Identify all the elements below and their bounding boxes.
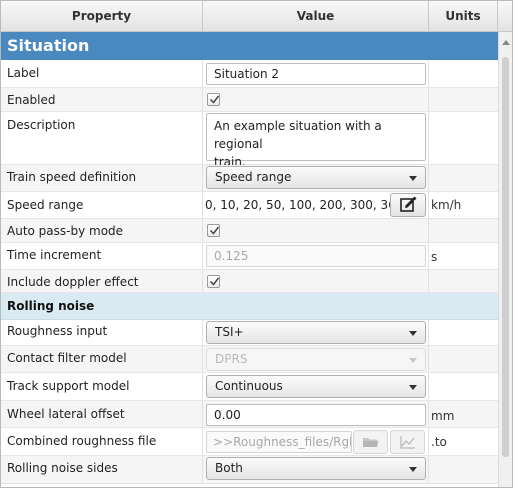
dropdown-value: DPRS [215,352,248,366]
property-label: Description [7,118,76,132]
wheel-offset-input[interactable]: 0.00 [206,404,426,426]
dropdown-value: Speed range [215,170,292,184]
checkmark-icon [209,277,220,286]
description-line: An example situation with a regional [214,119,382,151]
track-support-dropdown[interactable]: Continuous [206,375,426,398]
property-label: Rolling noise sides [7,461,118,475]
property-label: Time increment [7,248,102,262]
chevron-down-icon [409,467,417,472]
section-header-situation[interactable]: Situation [1,32,498,60]
property-label: Contact filter model [7,351,127,365]
combined-roughness-unit: .to [431,435,447,449]
label-input[interactable]: Situation 2 [206,63,426,85]
header-corner [498,1,512,32]
property-label: Include doppler effect [7,275,139,289]
dropdown-value: Both [215,461,243,475]
folder-icon [363,438,379,447]
property-label: Train speed definition [7,170,137,184]
checkmark-icon [209,226,220,235]
property-label: Auto pass-by mode [7,224,124,238]
column-property[interactable]: Property [1,1,203,31]
property-label: Track support model [7,379,130,393]
section-title: Situation [7,36,90,55]
row-wheel-offset: Wheel lateral offset 0.00 mm [1,401,498,428]
browse-file-button[interactable] [353,430,388,454]
column-header: Property Value Units [1,1,498,32]
row-auto-passby: Auto pass-by mode [1,219,498,243]
row-speed-range: Speed range 0, 10, 20, 50, 100, 200, 300… [1,192,498,219]
scroll-up-icon[interactable] [502,40,510,45]
time-increment-unit: s [431,250,438,264]
train-speed-definition-dropdown[interactable]: Speed range [206,166,426,189]
contact-filter-dropdown[interactable]: DPRS [206,348,426,371]
checkmark-icon [209,95,220,104]
row-description: Description An example situation with a … [1,112,498,169]
speed-range-unit: km/h [431,198,462,212]
roughness-input-dropdown[interactable]: TSI+ [206,321,426,344]
plot-roughness-button[interactable] [390,430,425,454]
property-grid: Property Value Units Situation Label Sit… [0,0,513,488]
vertical-scrollbar[interactable] [498,32,512,487]
row-rolling-sides: Rolling noise sides Both [1,456,498,484]
enabled-checkbox[interactable] [207,93,220,106]
chevron-down-icon [409,176,417,181]
dropdown-value: TSI+ [215,325,244,339]
property-label: Roughness input [7,324,108,338]
subsection-title: Rolling noise [7,299,95,313]
property-label: Label [7,66,40,80]
property-label: Wheel lateral offset [7,407,125,421]
chevron-down-icon [409,385,417,390]
row-roughness-input: Roughness input TSI+ [1,320,498,346]
row-train-speed-definition: Train speed definition Speed range [1,165,498,192]
chevron-down-icon [409,331,417,336]
chevron-down-icon [409,358,417,363]
edit-speed-range-button[interactable] [390,193,426,217]
auto-passby-checkbox[interactable] [207,224,220,237]
subsection-rolling-noise[interactable]: Rolling noise [1,293,498,320]
dropdown-value: Continuous [215,379,283,393]
combined-roughness-input[interactable]: >>Roughness_files/Rghn [206,431,352,453]
description-textarea[interactable]: An example situation with a regional tra… [206,113,426,169]
wheel-offset-unit: mm [431,409,455,423]
rolling-sides-dropdown[interactable]: Both [206,457,426,480]
row-track-support: Track support model Continuous [1,373,498,401]
row-contact-filter: Contact filter model DPRS [1,346,498,373]
property-label: Combined roughness file [7,434,157,448]
column-value[interactable]: Value [203,1,429,31]
property-label: Enabled [7,93,56,107]
column-units[interactable]: Units [429,1,498,31]
row-doppler: Include doppler effect [1,270,498,293]
row-label: Label Situation 2 [1,60,498,88]
row-enabled: Enabled [1,88,498,112]
doppler-checkbox[interactable] [207,275,220,288]
property-label: Speed range [7,198,84,212]
time-increment-input[interactable]: 0.125 [206,245,426,267]
chart-icon [400,436,415,449]
row-time-increment: Time increment 0.125 s [1,243,498,270]
speed-range-value: 0, 10, 20, 50, 100, 200, 300, 360 [205,198,404,212]
scrollbar-thumb[interactable] [502,57,509,457]
edit-icon [400,196,417,212]
row-combined-roughness: Combined roughness file >>Roughness_file… [1,428,498,456]
